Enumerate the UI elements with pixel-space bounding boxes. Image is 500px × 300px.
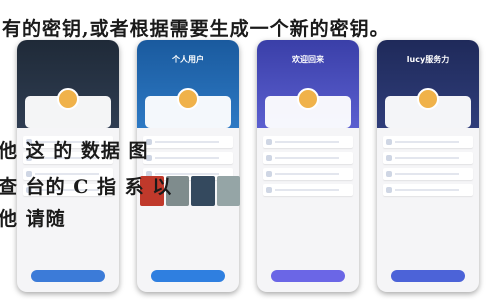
hero-area	[265, 88, 351, 128]
avatar	[57, 88, 79, 110]
avatar	[417, 88, 439, 110]
caption-line-2: 他 这 的 数据 图	[0, 140, 149, 162]
phone-screenshot-4: lucy服务力	[377, 40, 479, 292]
avatar	[297, 88, 319, 110]
phone-screenshot-2: 个人用户	[137, 40, 239, 292]
phone-subtitle	[257, 65, 359, 67]
avatar	[177, 88, 199, 110]
phone-header: lucy服务力	[377, 40, 479, 128]
primary-button[interactable]	[151, 270, 225, 282]
hero-area	[145, 88, 231, 128]
primary-button[interactable]	[271, 270, 345, 282]
phone-subtitle	[137, 65, 239, 67]
hero-area	[385, 88, 471, 128]
phone-title: 个人用户	[172, 55, 204, 64]
status-bar	[137, 40, 239, 51]
phone-title: 欢迎回来	[292, 55, 324, 64]
primary-button[interactable]	[31, 270, 105, 282]
phone-header	[17, 40, 119, 128]
phone-header: 欢迎回来	[257, 40, 359, 128]
status-bar	[257, 40, 359, 51]
phone-header: 个人用户	[137, 40, 239, 128]
phone-title: lucy服务力	[406, 55, 450, 64]
caption-line-1: 有的密钥,或者根据需要生成一个新的密钥。	[2, 18, 390, 40]
phone-subtitle	[377, 65, 479, 67]
status-bar	[377, 40, 479, 51]
caption-line-4: 他 请随	[0, 208, 66, 230]
phone-screenshot-3: 欢迎回来	[257, 40, 359, 292]
phone-subtitle	[17, 54, 119, 56]
primary-button[interactable]	[391, 270, 465, 282]
phone-screenshot-1	[17, 40, 119, 292]
caption-line-3: 查 台的 C 指 系 以	[0, 176, 173, 198]
status-bar	[17, 40, 119, 51]
hero-area	[25, 88, 111, 128]
